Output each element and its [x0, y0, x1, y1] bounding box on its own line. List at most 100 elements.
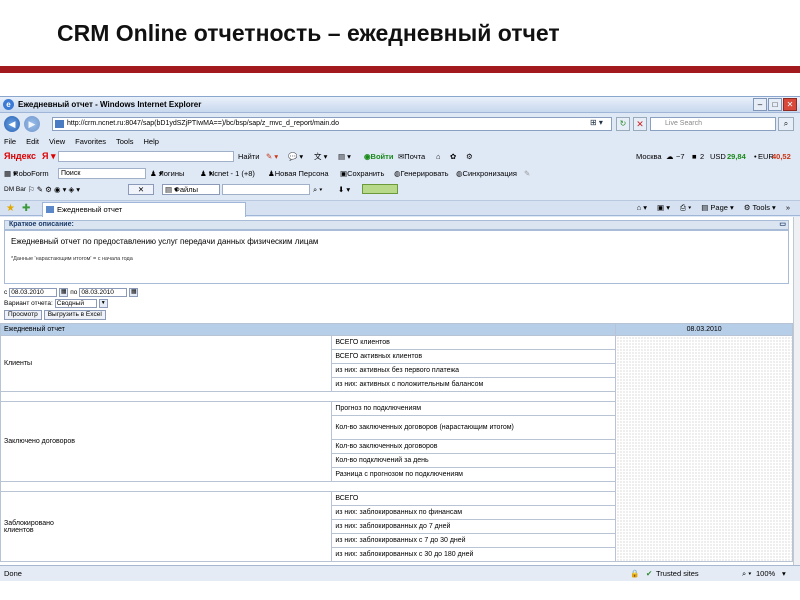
refresh-button[interactable]: ↻	[616, 117, 630, 131]
logins-label: Логины	[158, 169, 185, 178]
generate-button[interactable]: ◍ Генерировать	[394, 167, 449, 180]
collapse-icon[interactable]: ▭	[779, 221, 786, 229]
report-table: Ежедневный отчет 08.03.2010 Клиенты ВСЕГ…	[0, 323, 793, 562]
maximize-button[interactable]: □	[768, 98, 782, 111]
menu-tools[interactable]: Tools	[116, 135, 134, 148]
zoom-level[interactable]: 100%	[756, 566, 775, 581]
tab-label: Ежедневный отчет	[57, 205, 123, 214]
home-button-icon[interactable]: ⌂ ▾	[637, 203, 647, 213]
yandex-search-input[interactable]	[58, 151, 234, 162]
usd-rate[interactable]: 29,84	[727, 150, 746, 163]
yandex-logo[interactable]: Яндекс	[4, 150, 36, 163]
pencil-icon[interactable]: ✎	[524, 167, 530, 180]
tab-daily-report[interactable]: Ежедневный отчет	[42, 202, 246, 217]
tool-pen-icon[interactable]: ✎ ▾	[266, 150, 278, 163]
stop-button[interactable]: ✕	[633, 117, 647, 131]
to-calendar-icon[interactable]: ▦	[129, 288, 139, 297]
settings-gear-icon[interactable]: ⚙	[466, 150, 473, 163]
to-date-input[interactable]: 08.03.2010	[79, 288, 128, 297]
close-button[interactable]: ✕	[783, 98, 797, 111]
security-lock-icon: 🔒	[630, 569, 640, 578]
tool-lang-icon[interactable]: 文 ▾	[314, 150, 327, 163]
from-calendar-icon[interactable]: ▦	[59, 288, 69, 297]
search-input[interactable]: Live Search	[650, 117, 776, 131]
row-label: Кол-во заключенных договоров (нарастающи…	[331, 415, 617, 440]
logins-button[interactable]: ♟ Логины ▾	[150, 167, 184, 180]
ncnet-button[interactable]: ♟ Ncnet - 1 (+8) ▾	[200, 167, 255, 180]
menu-edit[interactable]: Edit	[26, 135, 39, 148]
login-label: Войти	[370, 152, 394, 161]
value-column	[615, 335, 793, 562]
menu-favorites[interactable]: Favorites	[75, 135, 106, 148]
files-dropdown[interactable]: ▤ Файлы ▾	[162, 184, 220, 195]
eur-rate[interactable]: 40,52	[772, 150, 791, 163]
address-bar[interactable]: http://crm.ncnet.ru:8047/sap(bD1ydSZjPTI…	[52, 117, 612, 131]
roboform-button[interactable]: ▦ RoboForm ▾	[4, 167, 49, 180]
tool-chat-icon[interactable]: 💬 ▾	[288, 150, 303, 163]
back-button[interactable]: ◀	[4, 116, 20, 132]
zoom-icon[interactable]: ⌕ ▾	[742, 566, 751, 581]
feeds-icon[interactable]: ▣ ▾	[657, 203, 670, 213]
row-label: Кол-во заключенных договоров	[331, 439, 617, 454]
description-text: Ежедневный отчет по предоставлению услуг…	[11, 237, 319, 246]
roboform-toolbar: ▦ RoboForm ▾ Поиск ♟ Логины ▾ ♟ Ncnet - …	[0, 167, 800, 180]
actions-row: Просмотр Выгрузить в Excel	[4, 309, 138, 320]
variant-label: Вариант отчета:	[4, 300, 53, 307]
dm-search-icon[interactable]: ⌕ ▾	[313, 183, 322, 196]
zoom-chevron-down-icon[interactable]: ▾	[782, 566, 786, 581]
chevron-more-icon[interactable]: »	[786, 203, 790, 213]
yandex-ya-icon[interactable]: Я ▾	[42, 150, 56, 163]
add-favorite-icon[interactable]: ✚	[22, 203, 30, 214]
from-date-input[interactable]: 08.03.2010	[9, 288, 58, 297]
dm-toolbar: DM Bar ⚐ ✎ ⚙ ◉ ▾ ◈ ▾ ✕ ▤ Файлы ▾ ⌕ ▾ ⬇ ▾	[0, 183, 800, 196]
menu-view[interactable]: View	[49, 135, 65, 148]
home-icon[interactable]: ⌂	[436, 150, 441, 163]
dm-arrow-icon[interactable]: ⬇ ▾	[338, 183, 350, 196]
report-filters: с 08.03.2010 ▦ по 08.03.2010 ▦ Вариант о…	[4, 287, 139, 320]
search-go-icon[interactable]: ⌕	[778, 117, 794, 131]
save-button[interactable]: ▣ Сохранить	[340, 167, 384, 180]
export-excel-button[interactable]: Выгрузить в Excel	[43, 309, 106, 320]
preview-button[interactable]: Просмотр	[4, 309, 42, 320]
save-label: Сохранить	[347, 169, 385, 178]
window-titlebar: e Ежедневный отчет - Windows Internet Ex…	[0, 97, 800, 113]
variant-select[interactable]: Сводный	[54, 299, 97, 308]
vertical-scrollbar[interactable]	[793, 217, 800, 565]
variant-row: Вариант отчета: Сводный ▼	[4, 298, 138, 309]
menu-file[interactable]: File	[4, 135, 16, 148]
security-zone[interactable]: Trusted sites	[656, 566, 699, 581]
row-label-text: Кол-во заключенных договоров (нарастающи…	[335, 424, 514, 431]
dm-input[interactable]	[222, 184, 310, 195]
weather-city[interactable]: Москва	[636, 150, 662, 163]
to-label: по	[70, 289, 78, 296]
yandex-find-button[interactable]: Найти	[238, 150, 259, 163]
traffic-level[interactable]: 2	[700, 150, 704, 163]
page-menu[interactable]: ▤ Page ▾	[701, 203, 734, 213]
mail-link[interactable]: ✉ Почта	[398, 150, 425, 163]
login-link[interactable]: ◉ Войти	[364, 150, 393, 163]
sync-button[interactable]: ◍ Синхронизация	[456, 167, 517, 180]
minimize-button[interactable]: –	[753, 98, 767, 111]
menu-help[interactable]: Help	[144, 135, 159, 148]
variant-chevron-down-icon[interactable]: ▼	[98, 299, 108, 308]
weather-temp[interactable]: −7	[676, 150, 685, 163]
dm-tools-icon[interactable]: ⚐ ✎ ⚙ ◉ ▾ ◈ ▾	[28, 183, 80, 196]
forward-button[interactable]: ▶	[24, 116, 40, 132]
browser-window: e Ежедневный отчет - Windows Internet Ex…	[0, 96, 800, 581]
row-label: из них: заблокированных до 7 дней	[331, 519, 617, 534]
compat-view-icon[interactable]: ⊞ ▾	[590, 118, 603, 127]
print-icon[interactable]: ⎙ ▾	[680, 203, 691, 213]
roboform-search-input[interactable]: Поиск	[58, 168, 146, 179]
tools-menu-label: Tools	[752, 203, 770, 212]
favorites-star-icon[interactable]: ★	[6, 203, 15, 214]
row-label: из них: заблокированных с 7 до 30 дней	[331, 533, 617, 548]
new-person-button[interactable]: ♟ Новая Персона	[268, 167, 329, 180]
dm-x-button[interactable]: ✕	[128, 184, 154, 195]
star-icon[interactable]: ✿	[450, 150, 456, 163]
dm-progress	[362, 184, 398, 194]
tool-doc-icon[interactable]: ▤ ▾	[338, 150, 351, 163]
menu-bar: File Edit View Favorites Tools Help	[0, 135, 800, 148]
trusted-check-icon: ✔	[646, 569, 653, 578]
tools-menu[interactable]: ⚙ Tools ▾	[744, 203, 776, 213]
status-bar: Done 🔒 ✔ Trusted sites ⌕ ▾ 100% ▾	[0, 565, 800, 581]
